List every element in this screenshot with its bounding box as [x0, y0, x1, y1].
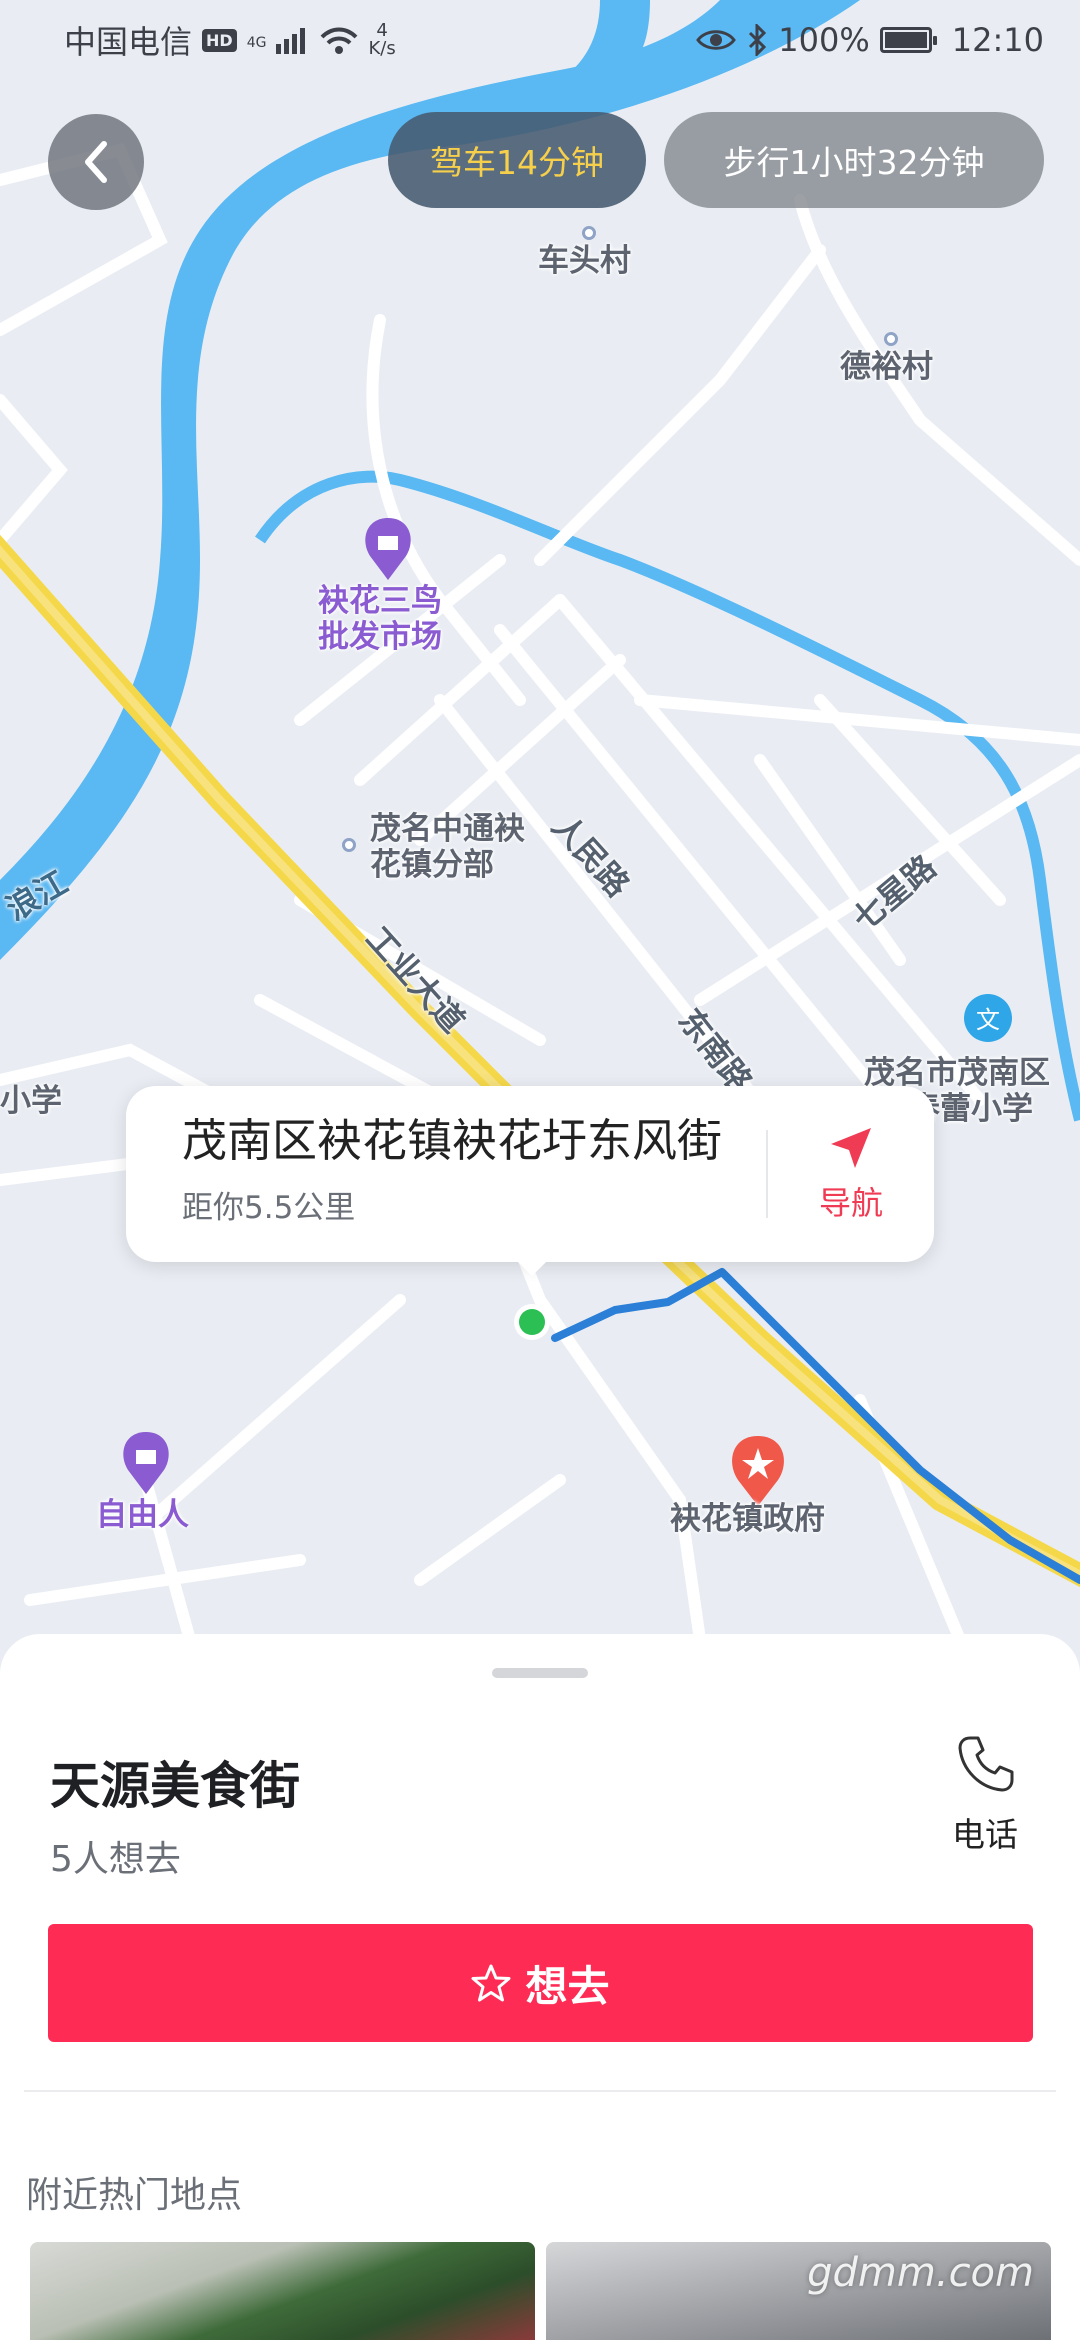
bluetooth-icon [749, 24, 767, 56]
sheet-divider [24, 2090, 1056, 2092]
navigate-button[interactable]: 导航 [768, 1086, 934, 1262]
map-label-deyu[interactable]: 德裕村 [840, 349, 933, 386]
location-address: 茂南区袂花镇袂花圩东风街 [182, 1114, 723, 1167]
card-pointer [514, 1258, 550, 1276]
status-bar: 中国电信 HD 4G 4 K/s 100% 12:10 [0, 0, 1080, 80]
location-info: 茂南区袂花镇袂花圩东风街 距你5.5公里 [126, 1086, 766, 1262]
map-label-zhongtong-line2: 花镇分部 [370, 846, 494, 883]
map-label-chetou[interactable]: 车头村 [538, 243, 631, 280]
location-distance: 距你5.5公里 [182, 1190, 356, 1226]
map-label-market-line2: 批发市场 [318, 618, 442, 655]
location-card[interactable]: 茂南区袂花镇袂花圩东风街 距你5.5公里 导航 [126, 1086, 934, 1262]
nearby-place-thumbnail[interactable] [30, 2242, 535, 2340]
chetou-dot [582, 226, 596, 240]
want-to-go-label: 想去 [525, 1961, 610, 2011]
speed-unit: K/s [368, 38, 396, 59]
nearby-title: 附近热门地点 [26, 2175, 243, 2216]
map-view[interactable]: 文 车头村 德裕村 袂花三鸟 批发市场 茂名中通袂 花镇分部 人民路 七星路 工… [0, 0, 1080, 1680]
carrier-name: 中国电信 [64, 23, 193, 61]
battery-percent: 100% [778, 21, 870, 59]
map-label-zhongtong-line1: 茂名中通袂 [370, 811, 525, 847]
government-pin-icon [732, 1436, 784, 1506]
tab-drive[interactable]: 驾车14分钟 [388, 112, 646, 208]
current-location-dot [519, 1309, 545, 1335]
clock: 12:10 [951, 21, 1044, 59]
navigate-label: 导航 [818, 1184, 883, 1222]
map-label-ziyouren[interactable]: 自由人 [96, 1497, 189, 1534]
want-to-go-button[interactable]: 想去 [48, 1924, 1033, 2042]
school-pin-icon: 文 [964, 994, 1012, 1042]
map-label-government[interactable]: 袂花镇政府 [670, 1501, 825, 1538]
wifi-icon [321, 27, 358, 54]
place-name: 天源美食街 [50, 1757, 300, 1815]
svg-text:文: 文 [976, 1006, 1000, 1034]
network-type: 4G [246, 35, 267, 51]
navigate-arrow-icon [831, 1128, 871, 1168]
hd-badge: HD [202, 28, 237, 52]
ziyouren-pin-icon [123, 1432, 169, 1494]
phone-button[interactable]: 电话 [940, 1734, 1030, 1856]
zhongtong-dot [342, 838, 356, 852]
map-label-market-line1: 袂花三鸟 [318, 583, 442, 619]
eye-icon [696, 30, 737, 50]
watermark: gdmm.com [807, 2250, 1034, 2296]
star-icon [471, 1964, 511, 2002]
back-button[interactable] [48, 114, 144, 210]
phone-icon [958, 1736, 1014, 1792]
deyu-dot [884, 332, 898, 346]
want-count: 5人想去 [50, 1839, 181, 1880]
map-label-market[interactable]: 袂花三鸟 批发市场 [318, 583, 442, 655]
back-arrow-icon [85, 141, 107, 183]
signal-icon [276, 28, 306, 54]
battery-icon [879, 27, 937, 53]
network-speed: 4 K/s [368, 22, 395, 58]
market-pin-icon [365, 518, 411, 580]
map-label-zhongtong[interactable]: 茂名中通袂 花镇分部 [370, 811, 525, 883]
phone-label: 电话 [952, 1815, 1018, 1854]
bottom-sheet: 天源美食街 5人想去 电话 想去 附近热门地点 [0, 1634, 1080, 2340]
tab-walk[interactable]: 步行1小时32分钟 [664, 112, 1044, 208]
sheet-drag-handle[interactable] [492, 1668, 588, 1678]
map-label-xiaoxue: 小学 [0, 1083, 62, 1119]
